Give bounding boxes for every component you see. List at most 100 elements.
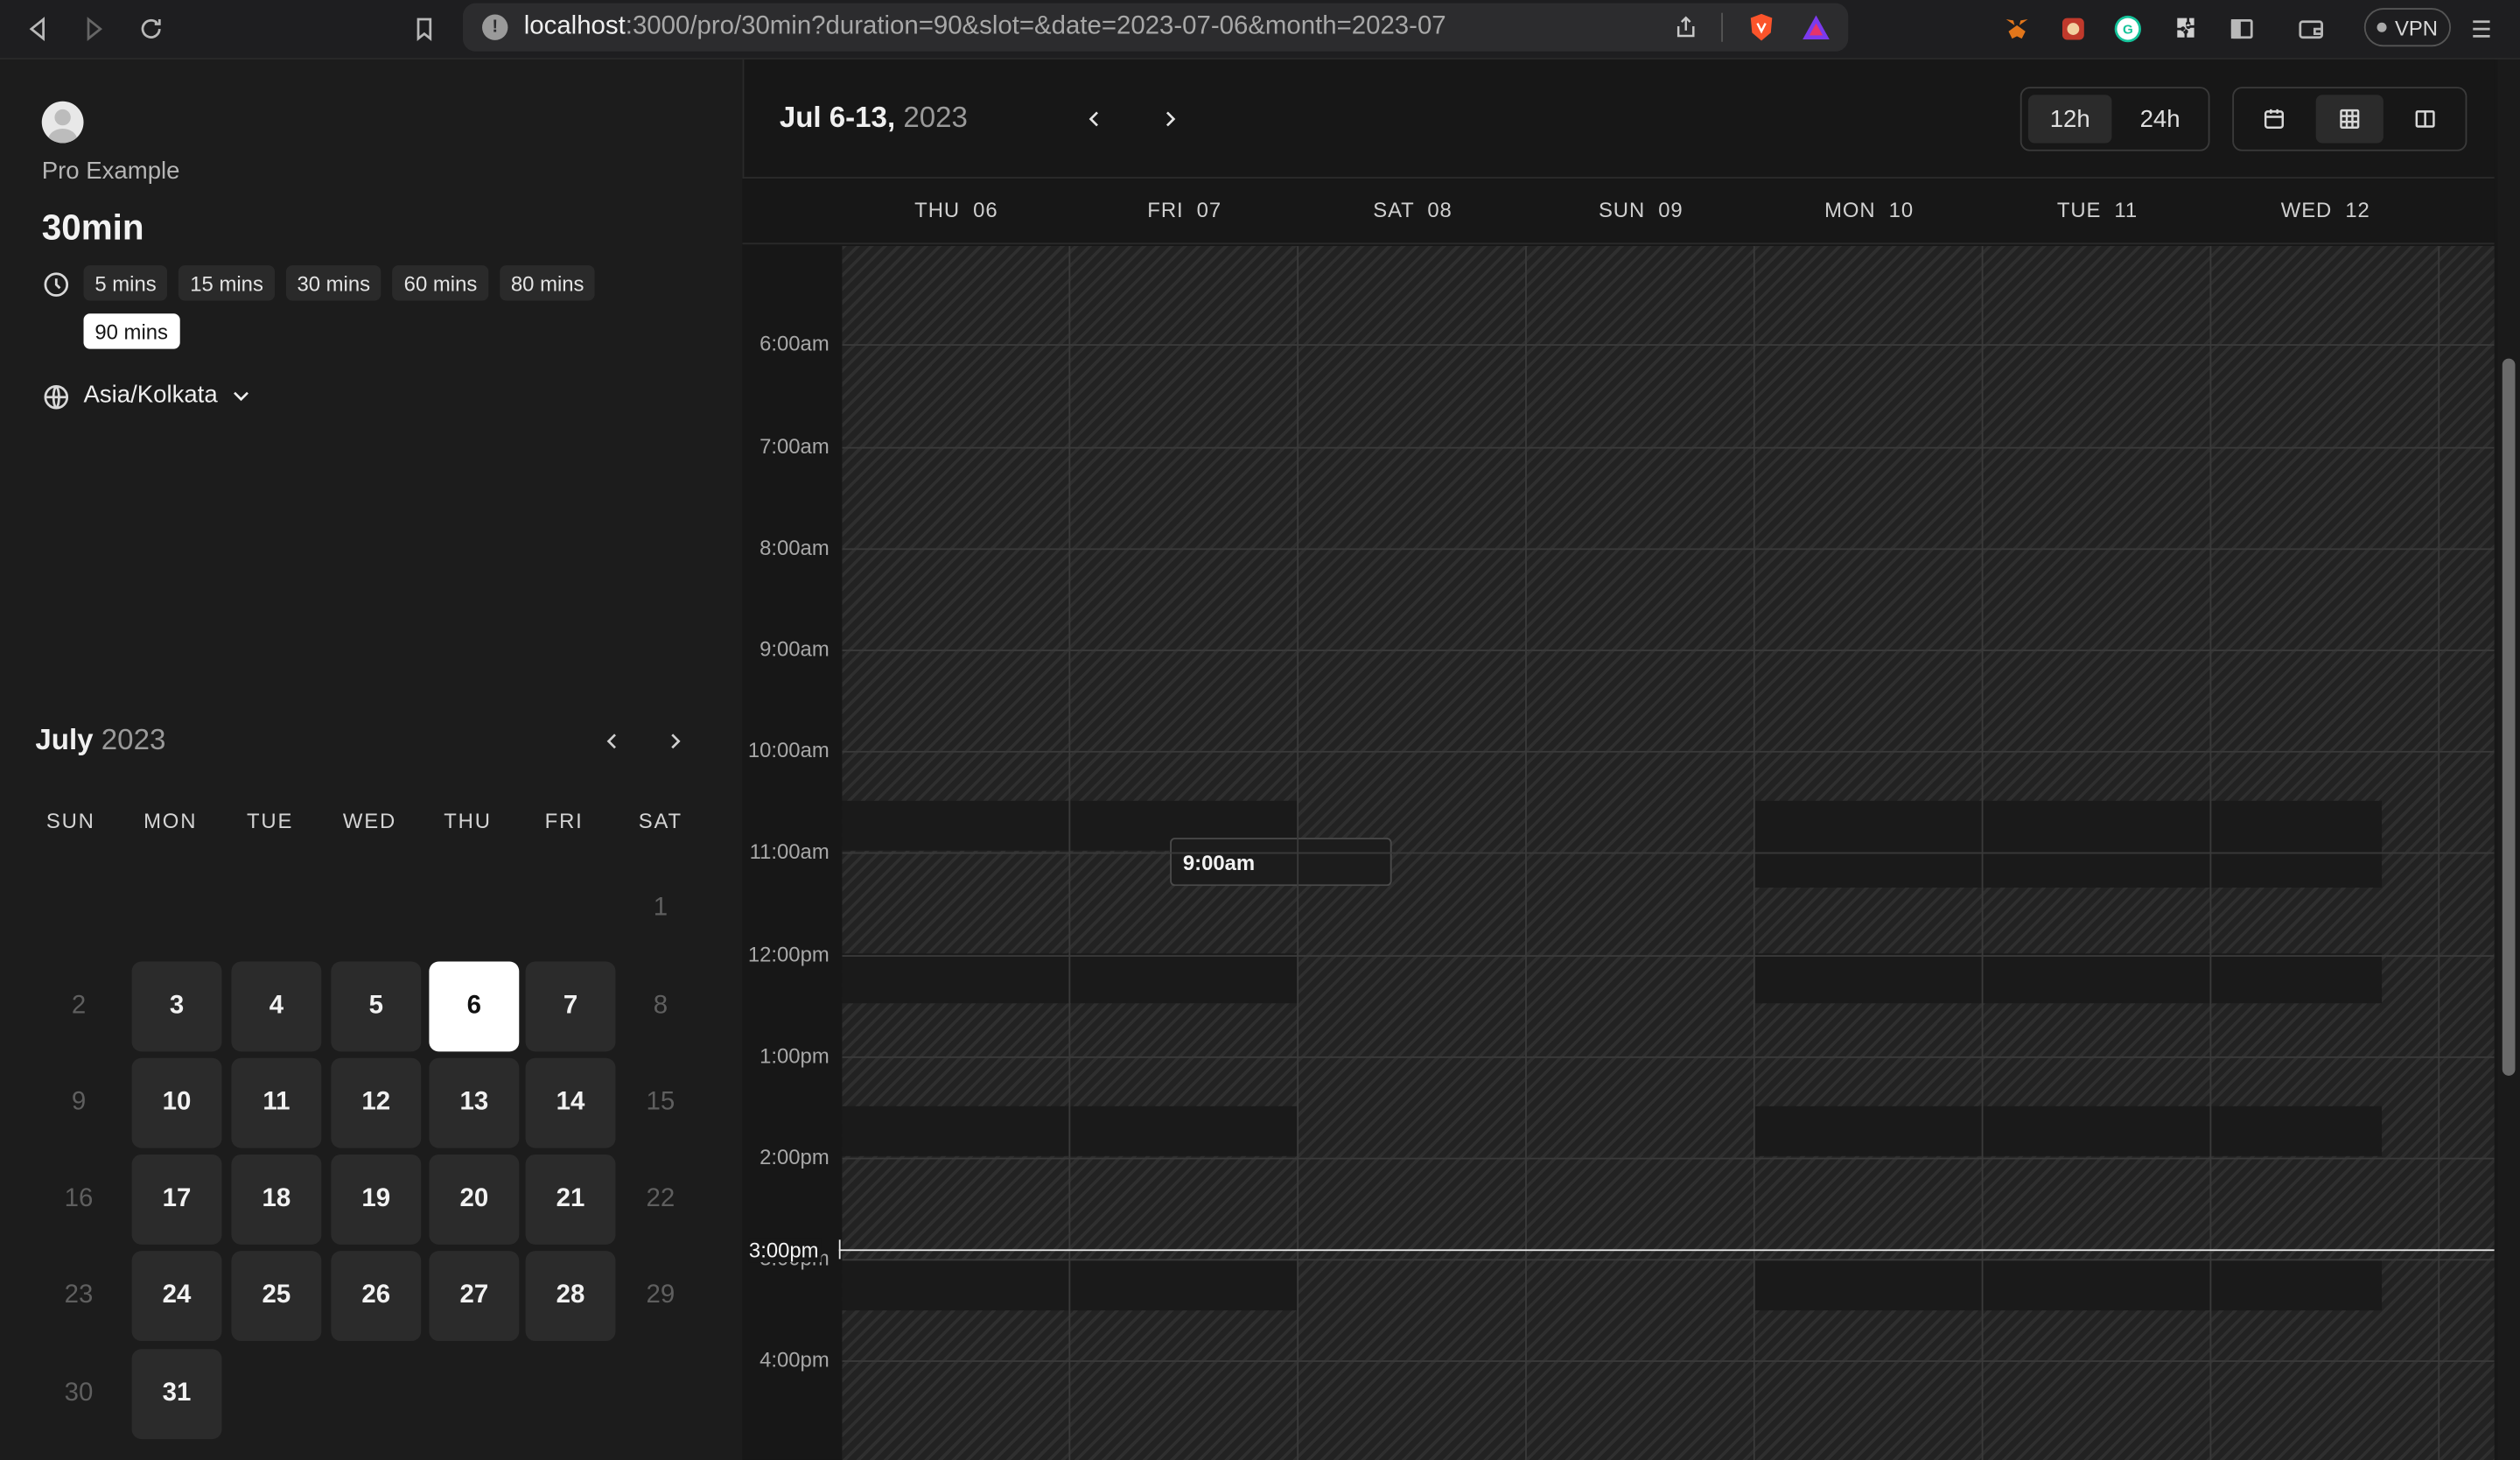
current-time-marker — [838, 1239, 841, 1260]
grammarly-icon[interactable]: G — [2109, 10, 2147, 48]
available-date[interactable]: 18 — [231, 1154, 322, 1245]
hour-gridline — [842, 954, 2495, 957]
calendar-icon — [2264, 109, 2285, 129]
metamask-extension-icon[interactable] — [1998, 10, 2036, 48]
forward-icon[interactable] — [74, 10, 112, 48]
selected-date[interactable]: 6 — [429, 961, 520, 1052]
hour-gridline — [842, 1056, 2495, 1058]
duration-option[interactable]: 60 mins — [392, 265, 489, 301]
current-time-label: 3:00pm — [748, 1238, 822, 1263]
globe-icon — [44, 384, 69, 410]
brave-rewards-icon[interactable] — [1800, 11, 1832, 44]
time-label: 6:00am — [760, 332, 830, 356]
extensions-puzzle-icon[interactable] — [2166, 10, 2205, 48]
weekday-header-row: THU 06 FRI 07 SAT 08 SUN 09 MON 10 TUE 11 WED … — [742, 179, 2495, 245]
available-date[interactable]: 11 — [231, 1057, 322, 1148]
duration-option[interactable]: 90 mins — [83, 313, 179, 349]
day-gridline — [1297, 246, 1299, 1460]
timezone-select[interactable]: Asia/Kolkata — [83, 381, 254, 409]
unavailable-date: 30 — [64, 1379, 94, 1407]
column-view-button[interactable] — [2390, 95, 2459, 143]
day-gridline — [2438, 246, 2440, 1460]
available-date[interactable]: 25 — [231, 1251, 322, 1342]
reload-icon[interactable] — [132, 10, 171, 48]
duration-option[interactable]: 30 mins — [285, 265, 382, 301]
available-date[interactable]: 19 — [331, 1154, 422, 1245]
available-date[interactable]: 21 — [525, 1154, 616, 1245]
weekday-label: SAT — [638, 809, 682, 833]
calendar-scrollbar[interactable] — [2497, 59, 2520, 1460]
time-label: 10:00am — [747, 738, 830, 763]
next-week-button[interactable] — [1152, 102, 1187, 137]
menu-icon[interactable] — [2462, 10, 2501, 48]
12h-button[interactable]: 12h — [2027, 95, 2112, 144]
available-date[interactable]: 10 — [131, 1057, 222, 1148]
time-format-toggle: 12h 24h — [2020, 87, 2210, 151]
day-gridline — [1981, 246, 1984, 1460]
available-date[interactable]: 14 — [525, 1057, 616, 1148]
available-date[interactable]: 27 — [429, 1251, 520, 1342]
available-date[interactable]: 31 — [131, 1349, 222, 1440]
next-month-button[interactable] — [657, 724, 692, 759]
time-slot-button[interactable]: 9:00am — [1170, 838, 1392, 887]
timezone-value: Asia/Kolkata — [83, 381, 218, 409]
day-column-header: TUE 11 — [2056, 197, 2138, 222]
available-date[interactable]: 3 — [131, 961, 222, 1052]
address-bar[interactable]: ! localhost:3000/pro/30min?duration=90&s… — [462, 3, 1849, 52]
unavailable-block — [1754, 1260, 2383, 1311]
vpn-label: VPN — [2394, 15, 2439, 40]
brave-shield-icon[interactable] — [1746, 11, 1778, 44]
day-column-header: SUN 09 — [1598, 197, 1684, 222]
duration-option[interactable]: 15 mins — [178, 265, 275, 301]
day-column-header: SAT 08 — [1373, 197, 1452, 222]
weekday-label: SUN — [46, 809, 95, 833]
available-date[interactable]: 4 — [231, 961, 322, 1052]
scrollbar-thumb[interactable] — [2502, 358, 2516, 1076]
unavailable-date: 8 — [653, 992, 668, 1020]
available-date[interactable]: 12 — [331, 1057, 422, 1148]
layout-toggle — [2232, 87, 2468, 151]
available-date[interactable]: 17 — [131, 1154, 222, 1245]
week-view-button[interactable] — [2315, 95, 2384, 144]
week-calendar: Jul 6-13, 2023 12h 24h THU 06 FRI 07 SAT… — [742, 59, 2520, 1460]
hour-gridline — [842, 1259, 2495, 1261]
duration-option[interactable]: 5 mins — [83, 265, 168, 301]
chevron-left-icon — [1088, 111, 1098, 127]
available-date[interactable]: 20 — [429, 1154, 520, 1245]
bookmark-icon[interactable] — [405, 10, 444, 48]
owner-name: Pro Example — [41, 158, 180, 186]
chevron-down-icon — [234, 390, 249, 401]
vpn-button[interactable]: VPN — [2363, 8, 2452, 47]
day-column-header: WED 12 — [2280, 197, 2370, 222]
available-date[interactable]: 26 — [331, 1251, 422, 1342]
available-date[interactable]: 7 — [525, 961, 616, 1052]
duration-option[interactable]: 80 mins — [500, 265, 596, 301]
unavailable-block — [1754, 838, 2383, 888]
site-info-icon[interactable]: ! — [482, 14, 508, 40]
booking-sidebar: Pro Example 30min 5 mins 15 mins 30 mins 60… — [0, 59, 743, 1460]
unavailable-date: 1 — [653, 894, 668, 922]
time-label: 7:00am — [760, 433, 830, 458]
month-title: July 2023 — [35, 723, 166, 756]
time-grid: 9:00am — [842, 246, 2495, 1460]
available-date[interactable]: 13 — [429, 1057, 520, 1148]
unavailable-date: 29 — [646, 1281, 676, 1309]
unavailable-date: 22 — [646, 1184, 676, 1213]
share-icon[interactable] — [1673, 15, 1698, 40]
available-date[interactable]: 24 — [131, 1251, 222, 1342]
available-date[interactable]: 28 — [525, 1251, 616, 1342]
hour-gridline — [842, 1157, 2495, 1160]
available-date[interactable]: 5 — [331, 961, 422, 1052]
prev-week-button[interactable] — [1077, 102, 1112, 137]
extension-icon[interactable] — [2054, 10, 2092, 48]
prev-month-button[interactable] — [595, 724, 630, 759]
clock-icon — [44, 272, 69, 297]
sidebar-toggle-icon[interactable] — [2222, 10, 2261, 48]
month-view-button[interactable] — [2240, 95, 2308, 143]
back-icon[interactable] — [19, 10, 58, 48]
24h-button[interactable]: 24h — [2118, 95, 2202, 143]
unavailable-block — [1754, 953, 2383, 1004]
weekday-label: MON — [144, 809, 198, 833]
weekday-label: TUE — [246, 809, 294, 833]
wallet-icon[interactable] — [2292, 10, 2330, 48]
